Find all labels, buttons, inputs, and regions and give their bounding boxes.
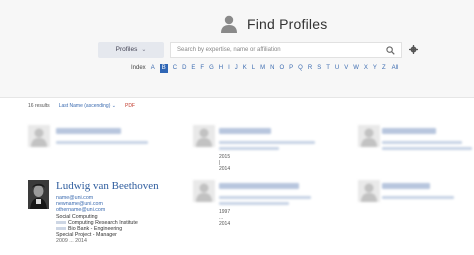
index-letter-p[interactable]: P xyxy=(289,64,293,73)
page-title-group: Find Profiles xyxy=(219,12,327,36)
letter-list: ABCDEFGHIJKLMNOPQRSTUVWXYZ xyxy=(151,63,391,73)
profile-affiliation-2 xyxy=(219,147,279,150)
sort-dropdown[interactable]: Last Name (ascending) ⌄ xyxy=(59,103,116,109)
profile-name[interactable]: Ludwig van Beethoven xyxy=(56,180,159,192)
index-label: Index xyxy=(131,65,146,71)
profile-name[interactable] xyxy=(382,128,436,134)
index-letter-v[interactable]: V xyxy=(344,64,348,73)
index-letter-e[interactable]: E xyxy=(191,64,195,73)
profile-years: 2015 | 2014 xyxy=(219,154,231,172)
index-letter-f[interactable]: F xyxy=(200,64,204,73)
index-letter-c[interactable]: C xyxy=(173,64,177,73)
alphabet-index: Index ABCDEFGHIJKLMNOPQRSTUVWXYZ All xyxy=(131,63,398,73)
search-icon[interactable] xyxy=(386,45,395,55)
avatar-icon xyxy=(358,125,380,147)
profile-name[interactable] xyxy=(219,128,271,134)
index-letter-s[interactable]: S xyxy=(317,64,321,73)
search-placeholder: Search by expertise, name or affiliation xyxy=(177,46,281,53)
index-letter-z[interactable]: Z xyxy=(382,64,386,73)
profile-name[interactable] xyxy=(56,128,121,134)
profile-years: 1997 ... 2014 xyxy=(219,209,231,227)
index-letter-j[interactable]: J xyxy=(235,64,238,73)
profile-affiliation xyxy=(219,141,315,144)
index-letter-b[interactable]: B xyxy=(159,63,168,73)
avatar xyxy=(28,180,49,209)
gear-icon[interactable] xyxy=(409,45,418,54)
index-letter-h[interactable]: H xyxy=(219,64,223,73)
avatar-icon xyxy=(193,125,215,147)
profile-details: name@uni.com newname@uni.com othername@u… xyxy=(56,195,138,245)
profile-affiliation xyxy=(382,196,454,199)
sort-label: Last Name (ascending) xyxy=(58,102,111,109)
index-letter-r[interactable]: R xyxy=(308,64,312,73)
index-letter-a[interactable]: A xyxy=(151,64,155,73)
person-icon xyxy=(221,15,237,33)
profile-years: 2009 ... 2014 xyxy=(56,238,87,245)
index-letter-w[interactable]: W xyxy=(353,64,359,73)
index-letter-x[interactable]: X xyxy=(364,64,368,73)
index-letter-g[interactable]: G xyxy=(209,64,214,73)
index-letter-t[interactable]: T xyxy=(326,64,330,73)
results-bar: 16 results Last Name (ascending) ⌄ PDF xyxy=(28,101,135,110)
index-letter-o[interactable]: O xyxy=(279,64,284,73)
index-letter-d[interactable]: D xyxy=(182,64,186,73)
page-title: Find Profiles xyxy=(247,16,328,32)
avatar-icon xyxy=(358,180,380,202)
search-header: Find Profiles Profiles ⌄ Search by exper… xyxy=(0,0,474,98)
chevron-down-icon: ⌄ xyxy=(141,47,147,53)
portrait-image xyxy=(28,180,49,209)
search-row: Profiles ⌄ Search by expertise, name or … xyxy=(98,41,418,58)
search-input[interactable]: Search by expertise, name or affiliation xyxy=(170,41,402,58)
profile-type-dropdown[interactable]: Profiles ⌄ xyxy=(98,41,164,58)
index-letter-l[interactable]: L xyxy=(252,64,255,73)
profile-detail: Computing Research Institute xyxy=(68,219,138,226)
profile-affiliation xyxy=(382,141,462,144)
index-letter-n[interactable]: N xyxy=(270,64,274,73)
profile-detail: Bio Bank - Engineering xyxy=(68,226,123,233)
index-letter-y[interactable]: Y xyxy=(373,64,377,73)
index-letter-k[interactable]: K xyxy=(243,64,247,73)
dropdown-label: Profiles xyxy=(115,46,138,53)
pdf-export-link[interactable]: PDF xyxy=(125,103,135,109)
index-letter-q[interactable]: Q xyxy=(298,64,303,73)
index-letter-u[interactable]: U xyxy=(335,64,339,73)
profile-affiliation xyxy=(56,141,148,144)
index-all-link[interactable]: All xyxy=(392,65,399,71)
profile-name[interactable] xyxy=(219,183,299,189)
index-letter-i[interactable]: I xyxy=(228,64,230,73)
profile-affiliation xyxy=(219,196,311,199)
profile-affiliation-2 xyxy=(219,202,289,205)
avatar-icon xyxy=(193,180,215,202)
results-count: 16 results xyxy=(28,102,50,109)
profile-affiliation-2 xyxy=(382,147,472,150)
avatar-icon xyxy=(28,125,50,147)
profile-name[interactable] xyxy=(382,183,430,189)
index-letter-m[interactable]: M xyxy=(260,64,265,73)
